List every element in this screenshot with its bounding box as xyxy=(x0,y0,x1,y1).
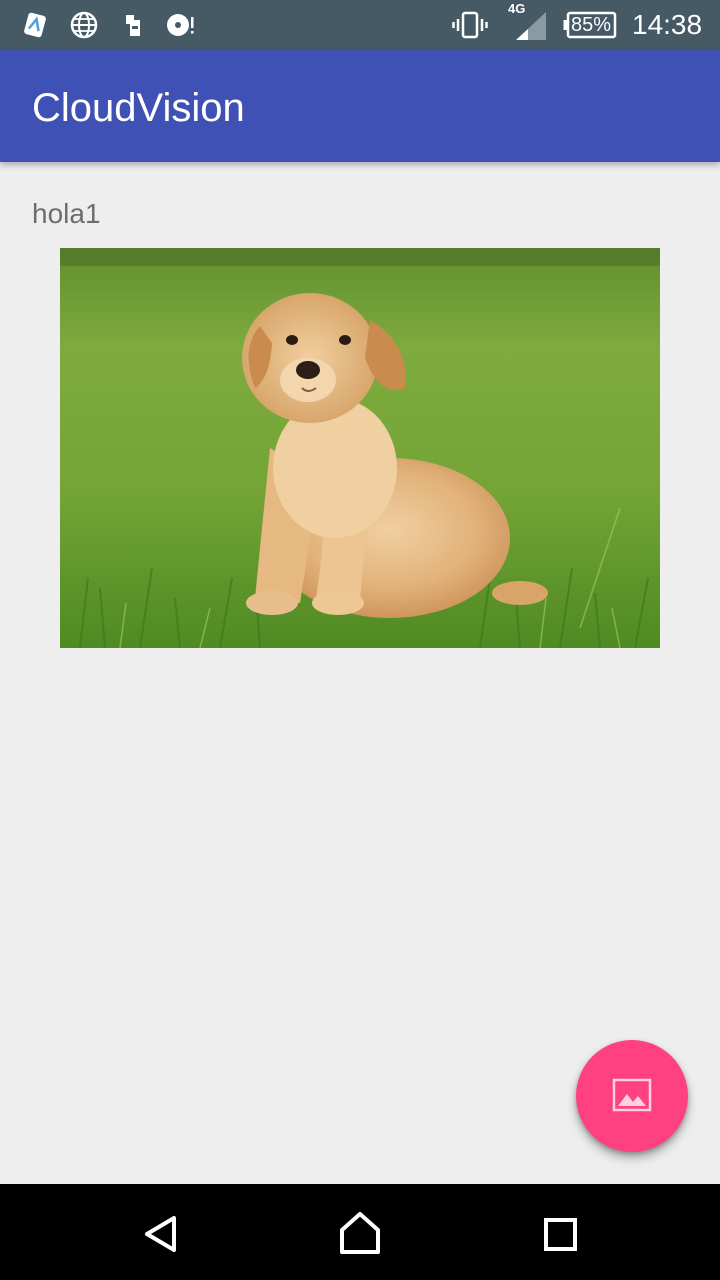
toolbar: CloudVision xyxy=(0,50,720,162)
navigation-bar xyxy=(0,1184,720,1280)
status-bar: 4G 85% 14:38 xyxy=(0,0,720,50)
pick-image-button[interactable] xyxy=(576,1040,688,1152)
sd-card-icon xyxy=(126,15,140,36)
globe-icon xyxy=(70,11,98,39)
notification-app-icon xyxy=(24,12,46,38)
media-disc-icon xyxy=(167,14,194,36)
signal-icon xyxy=(516,12,546,40)
recents-icon[interactable] xyxy=(528,1200,592,1264)
vibrate-icon xyxy=(452,11,488,39)
puppy-photo xyxy=(60,248,660,648)
result-text: hola1 xyxy=(32,198,101,229)
app-title: CloudVision xyxy=(32,86,245,130)
home-icon[interactable] xyxy=(328,1200,392,1264)
clock: 14:38 xyxy=(632,9,703,40)
puppy-image xyxy=(60,248,660,648)
back-icon[interactable] xyxy=(128,1200,192,1264)
screen: 4G 85% 14:38 CloudVision hola1 xyxy=(0,0,720,1280)
image-gallery-icon xyxy=(612,1078,652,1112)
battery-percent: 85% xyxy=(570,14,612,36)
